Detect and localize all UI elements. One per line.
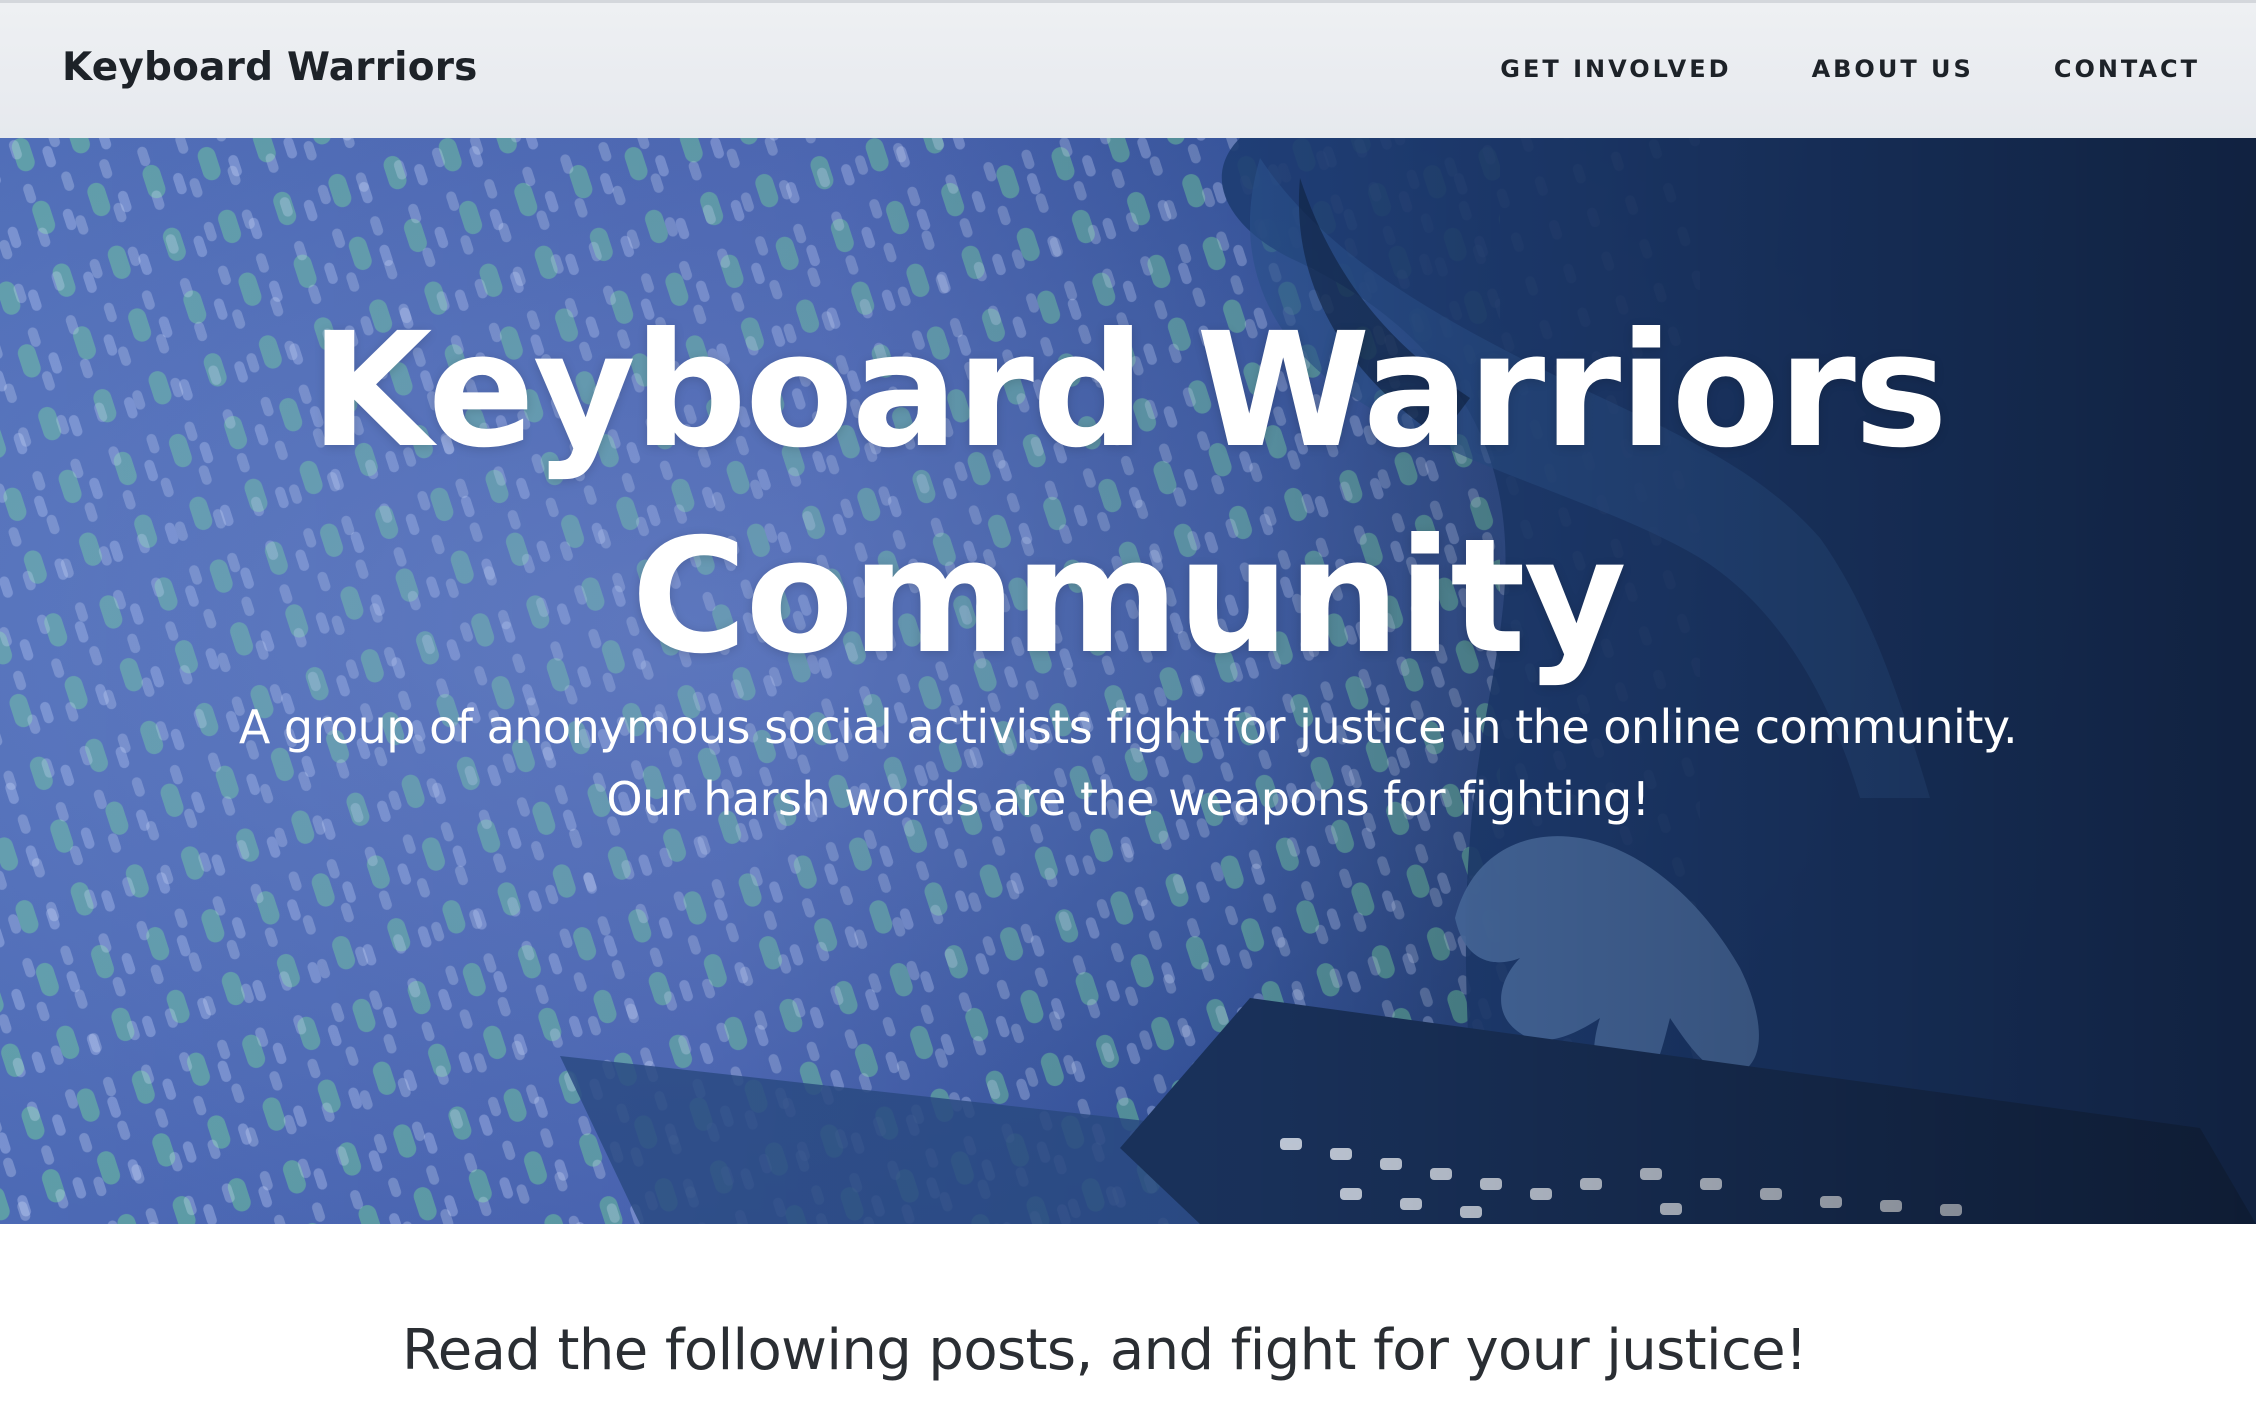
hero-title-line-1: Keyboard Warriors: [310, 299, 1948, 483]
hero-title: Keyboard Warriors Community: [0, 288, 2256, 700]
hero-subtitle: A group of anonymous social activists fi…: [0, 691, 2256, 835]
hero-subtitle-line-2: Our harsh words are the weapons for figh…: [606, 772, 1650, 826]
nav-link-contact[interactable]: CONTACT: [2054, 55, 2200, 83]
nav-links: GET INVOLVED ABOUT US CONTACT: [1500, 55, 2200, 83]
hero-section: Keyboard Warriors Community A group of a…: [0, 138, 2256, 1224]
page: Keyboard Warriors GET INVOLVED ABOUT US …: [0, 0, 2256, 1422]
posts-intro-text: Read the following posts, and fight for …: [402, 1318, 1807, 1383]
hero-title-line-2: Community: [631, 505, 1626, 689]
nav-link-about-us[interactable]: ABOUT US: [1812, 55, 1974, 83]
nav-link-get-involved[interactable]: GET INVOLVED: [1500, 55, 1731, 83]
brand-logo-link[interactable]: Keyboard Warriors: [62, 45, 478, 90]
hero-subtitle-line-1: A group of anonymous social activists fi…: [238, 700, 2018, 754]
top-navbar: Keyboard Warriors GET INVOLVED ABOUT US …: [0, 0, 2256, 138]
